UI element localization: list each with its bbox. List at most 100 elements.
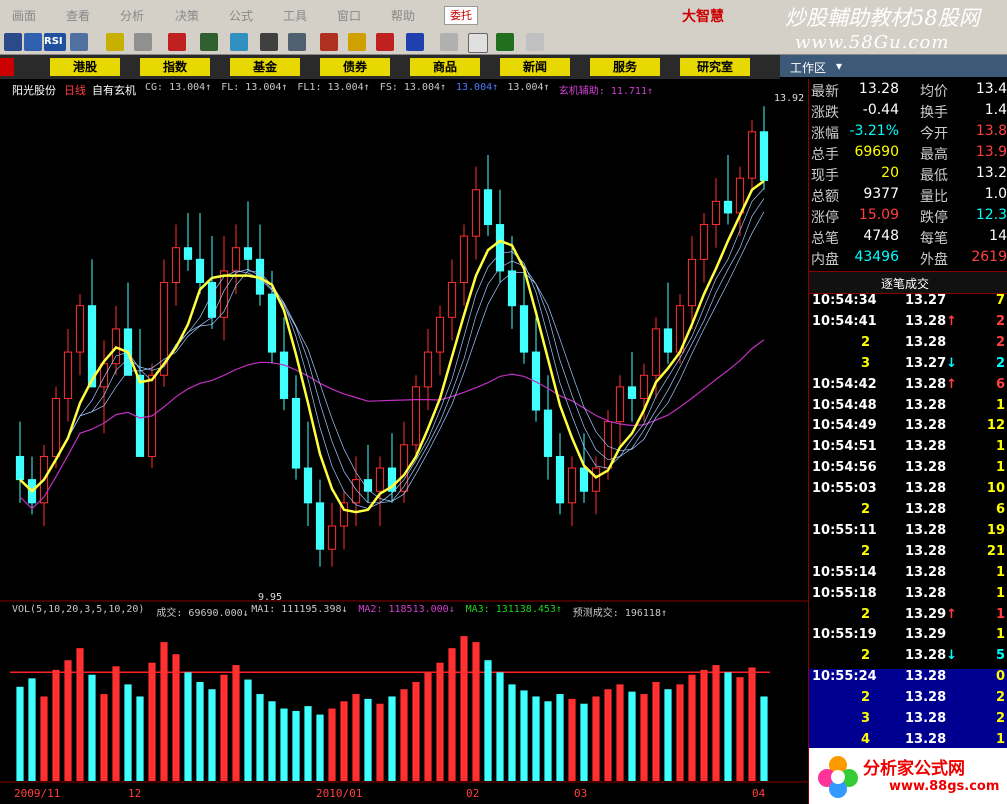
tab-fund[interactable]: 基金: [230, 58, 300, 76]
quote-label: 外盘: [920, 252, 948, 268]
kline-chart[interactable]: 阳光股份 日线 自有玄机 CG: 13.004↑ FL: 13.004↑ FL1: …: [0, 79, 809, 804]
pen-icon[interactable]: [134, 33, 152, 51]
volume-bar: [352, 694, 360, 781]
trade-row: 10:55:18 13.28 1: [809, 586, 1007, 607]
volume-bar: [100, 694, 108, 781]
low-label: 9.95: [258, 592, 283, 603]
tab-service[interactable]: 服务: [590, 58, 660, 76]
volume-bar: [64, 660, 72, 781]
diamond-icon[interactable]: [348, 33, 366, 51]
candle-body: [747, 131, 757, 179]
trade-time: 2: [861, 334, 871, 350]
candle-body: [507, 270, 517, 307]
trade-volume: 2: [995, 355, 1005, 371]
quote-label: 均价: [920, 84, 948, 100]
candle-body: [351, 479, 361, 504]
quote-value: 69690: [854, 144, 899, 160]
x-tick-label: 12: [128, 787, 142, 800]
trade-row: 10:55:19 13.29 1: [809, 627, 1007, 648]
tab-index[interactable]: 指数: [140, 58, 210, 76]
volume-bar: [280, 708, 288, 781]
help-arrow-icon[interactable]: [526, 33, 544, 51]
volume-bar: [700, 669, 708, 781]
tab-research[interactable]: 研究室: [680, 58, 750, 76]
kline-icon[interactable]: [70, 33, 88, 51]
tab-news[interactable]: 新闻: [500, 58, 570, 76]
x-tick-label: 2010/01: [316, 787, 363, 800]
trade-price: 13.28↓: [905, 648, 958, 664]
entrust-button[interactable]: 委托: [444, 6, 478, 25]
candle-body: [51, 397, 61, 457]
menu-window[interactable]: 窗口: [337, 7, 361, 24]
candle-body: [579, 467, 589, 492]
trade-time: 4: [861, 731, 871, 747]
x-tick-label: 2009/11: [14, 787, 61, 800]
candle-body: [183, 247, 193, 260]
volume-bar: [376, 703, 384, 781]
watermark-title: 炒股輔助教材58股网: [785, 6, 980, 30]
globe-icon[interactable]: [406, 33, 424, 51]
quote-value: 13.9: [975, 144, 1007, 160]
trade-row: 3 13.28 2: [809, 711, 1007, 732]
volume-indicator: VOL(5,10,20,3,5,10,20): [12, 604, 145, 615]
menu-decision[interactable]: 决策: [175, 7, 199, 24]
category-left-tab[interactable]: [0, 58, 14, 76]
indicator-value: FL1: 13.004↑: [297, 82, 370, 93]
trade-price: 13.28: [905, 543, 947, 559]
trade-volume: 2: [995, 334, 1005, 350]
volume-bar: [196, 681, 204, 781]
trade-volume: 5: [995, 648, 1005, 664]
volume-bar: [484, 660, 492, 781]
trade-price: 13.28: [905, 564, 947, 580]
trades-title: 逐笔成交: [881, 277, 930, 291]
chart-icon[interactable]: [24, 33, 42, 51]
doc-icon[interactable]: [440, 33, 458, 51]
tab-commodity[interactable]: 商品: [410, 58, 480, 76]
volume-indicator: MA2: 118513.000↓: [358, 604, 455, 615]
menu-analysis[interactable]: 分析: [120, 7, 144, 24]
trade-volume: 2: [995, 711, 1005, 726]
trade-price: 13.29: [905, 627, 947, 643]
menu-tools[interactable]: 工具: [283, 7, 307, 24]
quote-label: 涨停: [811, 210, 839, 226]
money-icon[interactable]: [200, 33, 218, 51]
record-icon[interactable]: [376, 33, 394, 51]
brand-logo: 大智慧: [682, 9, 724, 25]
candle-body: [711, 200, 721, 226]
tab-bond[interactable]: 债券: [320, 58, 390, 76]
volume-bar: [388, 696, 396, 781]
bars-icon[interactable]: [230, 33, 248, 51]
dollar-icon[interactable]: [168, 33, 186, 51]
trade-price: 13.28: [905, 481, 947, 497]
tab-hk-stock[interactable]: 港股: [50, 58, 120, 76]
crosshair-icon[interactable]: [106, 33, 124, 51]
candle-body: [615, 386, 625, 423]
trade-price: 13.28: [905, 669, 947, 685]
volume-bar: [664, 689, 672, 781]
candle-body: [75, 305, 85, 353]
trade-volume: 2: [995, 313, 1005, 329]
candle-body: [303, 467, 313, 504]
grid-icon[interactable]: [4, 33, 22, 51]
menu-display[interactable]: 画面: [12, 7, 36, 24]
rsi-icon[interactable]: RSI: [44, 33, 66, 51]
work-area-header[interactable]: 工作区 ▾: [780, 55, 1007, 77]
chevron-down-icon[interactable]: ▾: [836, 59, 842, 73]
book-icon[interactable]: [496, 33, 514, 51]
volume-bar: [712, 665, 720, 781]
quote-label: 今开: [920, 126, 948, 142]
trade-volume: 1: [995, 606, 1005, 622]
candle-body: [447, 282, 457, 318]
candle-body: [651, 328, 661, 376]
binoculars-icon[interactable]: [260, 33, 278, 51]
volume-bar: [436, 662, 444, 781]
volume-bar: [736, 677, 744, 781]
trade-volume: 1: [995, 460, 1005, 476]
candle-body: [15, 455, 25, 481]
info-icon[interactable]: [320, 33, 338, 51]
menu-view[interactable]: 查看: [66, 7, 90, 24]
menu-help[interactable]: 帮助: [391, 7, 415, 24]
window-icon[interactable]: [468, 33, 488, 53]
bell-icon[interactable]: [288, 33, 306, 51]
menu-formula[interactable]: 公式: [229, 7, 253, 24]
